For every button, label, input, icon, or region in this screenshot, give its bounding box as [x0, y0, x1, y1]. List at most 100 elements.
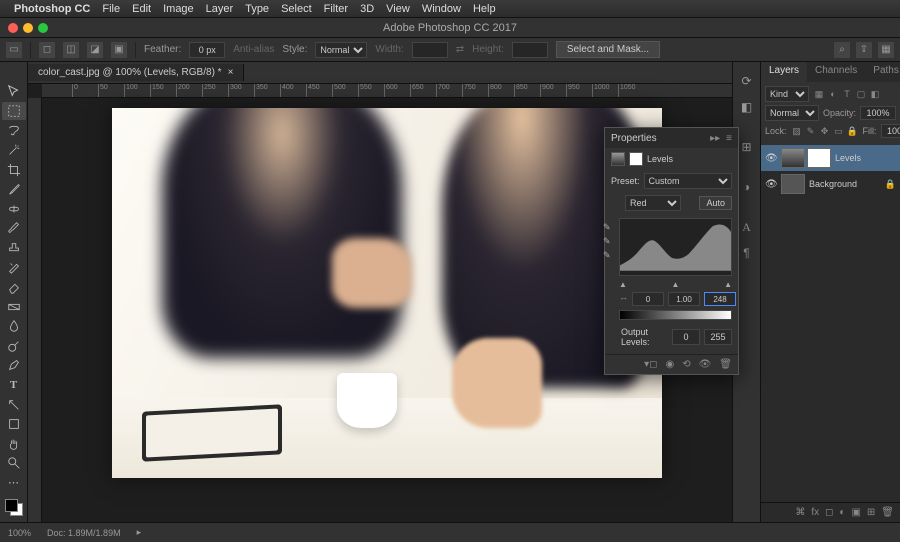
visibility-toggle-icon[interactable]: 👁 — [765, 179, 777, 190]
new-selection-icon[interactable]: ◻ — [39, 42, 55, 58]
share-icon[interactable]: ⇪ — [856, 42, 872, 58]
clip-to-layer-icon[interactable]: ▾◻ — [644, 359, 657, 370]
brush-tool-icon[interactable] — [2, 219, 26, 238]
zoom-tool-icon[interactable] — [2, 454, 26, 473]
preset-select[interactable]: Custom — [644, 173, 732, 189]
lock-artboard-icon[interactable]: ▭ — [833, 125, 845, 137]
channels-tab[interactable]: Channels — [807, 62, 865, 82]
eyedropper-tool-icon[interactable] — [2, 180, 26, 199]
dodge-tool-icon[interactable] — [2, 337, 26, 356]
panel-menu-icon[interactable]: ≡ — [726, 133, 732, 144]
wand-tool-icon[interactable] — [2, 141, 26, 160]
filter-kind-select[interactable]: Kind — [765, 86, 809, 102]
properties-panel[interactable]: Properties ▸▸ ≡ Levels Preset: Custom Re… — [604, 127, 739, 375]
white-slider-icon[interactable]: ▲ — [724, 280, 732, 289]
toggle-visibility-icon[interactable]: 👁 — [699, 359, 712, 370]
input-white[interactable] — [704, 292, 736, 306]
workspace-icon[interactable]: ▦ — [878, 42, 894, 58]
filter-adjust-icon[interactable]: ◐ — [827, 88, 839, 100]
stamp-tool-icon[interactable] — [2, 239, 26, 258]
menu-help[interactable]: Help — [473, 3, 496, 15]
gray-eyedropper-icon[interactable]: ✎ — [603, 236, 611, 247]
menu-image[interactable]: Image — [163, 3, 194, 15]
add-selection-icon[interactable]: ◫ — [63, 42, 79, 58]
eraser-tool-icon[interactable] — [2, 278, 26, 297]
move-tool-icon[interactable] — [2, 82, 26, 101]
path-tool-icon[interactable] — [2, 395, 26, 414]
lock-all-icon[interactable]: 🔒 — [847, 125, 859, 137]
filter-pixel-icon[interactable]: ▦ — [813, 88, 825, 100]
link-layers-icon[interactable]: ⌘ — [795, 507, 805, 518]
history-panel-icon[interactable]: ⟳ — [736, 70, 758, 92]
type-tool-icon[interactable]: T — [2, 376, 26, 395]
lock-transparency-icon[interactable]: ▨ — [791, 125, 803, 137]
filter-shape-icon[interactable]: ▢ — [855, 88, 867, 100]
tool-preset-icon[interactable]: ▭ — [6, 42, 22, 58]
menu-layer[interactable]: Layer — [206, 3, 234, 15]
output-white[interactable] — [704, 329, 732, 345]
filter-type-icon[interactable]: T — [841, 88, 853, 100]
menu-filter[interactable]: Filter — [324, 3, 348, 15]
intersect-selection-icon[interactable]: ▣ — [111, 42, 127, 58]
adjustment-layer-icon[interactable]: ◐ — [839, 507, 845, 518]
lock-pixels-icon[interactable]: ✎ — [805, 125, 817, 137]
menu-3d[interactable]: 3D — [360, 3, 374, 15]
visibility-toggle-icon[interactable]: 👁 — [765, 153, 777, 164]
blur-tool-icon[interactable] — [2, 317, 26, 336]
menu-file[interactable]: File — [102, 3, 120, 15]
shape-tool-icon[interactable] — [2, 415, 26, 434]
doc-size-readout[interactable]: Doc: 1.89M/1.89M — [47, 528, 121, 538]
delete-layer-icon[interactable]: 🗑 — [881, 507, 894, 518]
filter-smart-icon[interactable]: ◧ — [869, 88, 881, 100]
reset-icon[interactable]: ⟲ — [682, 359, 690, 370]
properties-header[interactable]: Properties ▸▸ ≡ — [605, 128, 738, 148]
output-gradient[interactable] — [619, 310, 732, 320]
layers-tab[interactable]: Layers — [761, 62, 807, 82]
paths-tab[interactable]: Paths — [865, 62, 900, 82]
search-icon[interactable]: ⌕ — [834, 42, 850, 58]
input-mid[interactable] — [668, 292, 700, 306]
input-black[interactable] — [632, 292, 664, 306]
window-close-icon[interactable] — [8, 23, 18, 33]
color-swatches[interactable] — [5, 499, 23, 516]
blend-mode-select[interactable]: Normal — [765, 105, 819, 121]
subtract-selection-icon[interactable]: ◪ — [87, 42, 103, 58]
delete-adjustment-icon[interactable]: 🗑 — [719, 359, 732, 370]
layer-item-levels[interactable]: 👁 Levels — [761, 145, 900, 171]
auto-button[interactable]: Auto — [699, 196, 732, 210]
healing-tool-icon[interactable] — [2, 199, 26, 218]
mask-icon[interactable] — [629, 152, 643, 166]
black-eyedropper-icon[interactable]: ✎ — [603, 222, 611, 233]
layer-mask-icon[interactable]: ◻ — [825, 507, 833, 518]
status-chevron-icon[interactable]: ▸ — [137, 527, 142, 538]
marquee-tool-icon[interactable] — [2, 102, 26, 121]
menu-view[interactable]: View — [386, 3, 410, 15]
zoom-readout[interactable]: 100% — [8, 528, 31, 538]
lasso-tool-icon[interactable] — [2, 121, 26, 140]
layer-style-icon[interactable]: fx — [811, 507, 819, 518]
window-maximize-icon[interactable] — [38, 23, 48, 33]
white-eyedropper-icon[interactable]: ✎ — [603, 250, 611, 261]
black-slider-icon[interactable]: ▲ — [619, 280, 627, 289]
document-canvas[interactable] — [112, 108, 662, 478]
menu-type[interactable]: Type — [245, 3, 269, 15]
color-panel-icon[interactable]: ◧ — [736, 96, 758, 118]
opacity-input[interactable] — [860, 106, 896, 120]
layer-item-background[interactable]: 👁 Background 🔒 — [761, 171, 900, 197]
close-tab-icon[interactable]: × — [228, 67, 234, 78]
crop-tool-icon[interactable] — [2, 160, 26, 179]
group-icon[interactable]: ▣ — [851, 507, 860, 518]
hand-tool-icon[interactable] — [2, 434, 26, 453]
edit-toolbar-icon[interactable]: ⋯ — [2, 474, 26, 493]
gradient-tool-icon[interactable] — [2, 297, 26, 316]
window-minimize-icon[interactable] — [23, 23, 33, 33]
mid-slider-icon[interactable]: ▲ — [672, 280, 680, 289]
histogram[interactable] — [619, 218, 732, 276]
style-select[interactable]: Normal — [315, 42, 367, 58]
select-and-mask-button[interactable]: Select and Mask... — [556, 41, 660, 58]
new-layer-icon[interactable]: ⊞ — [867, 507, 875, 518]
fill-input[interactable] — [881, 124, 900, 138]
menu-window[interactable]: Window — [422, 3, 461, 15]
view-previous-icon[interactable]: ◉ — [665, 359, 674, 370]
menu-edit[interactable]: Edit — [132, 3, 151, 15]
